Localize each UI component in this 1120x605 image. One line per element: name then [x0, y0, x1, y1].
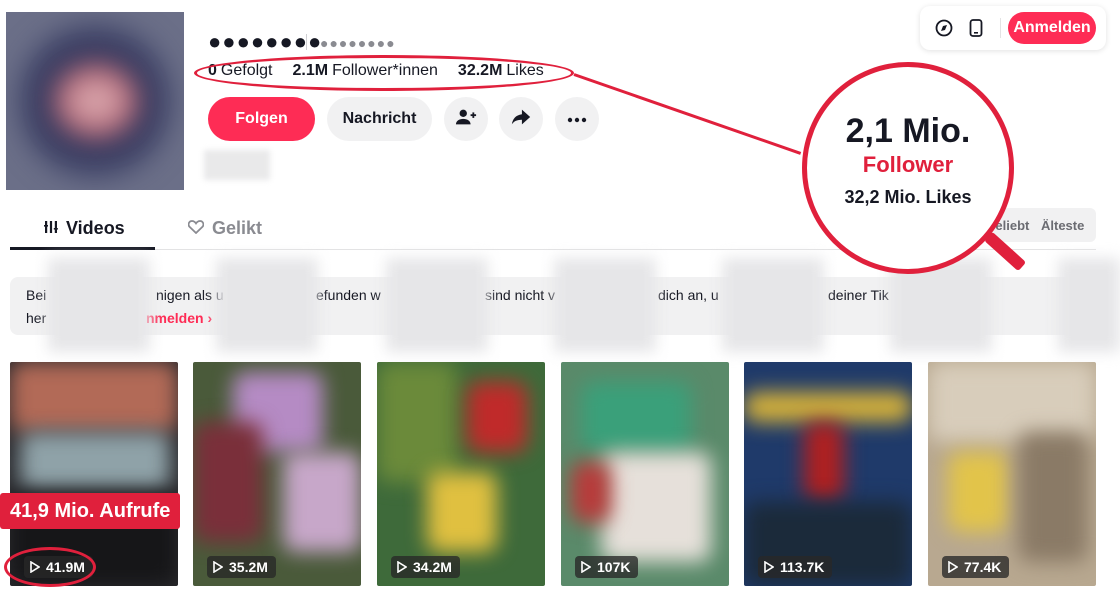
blur-overlay: [554, 258, 656, 352]
banner-text-5: dich an, u: [658, 287, 719, 303]
share-button[interactable]: [499, 97, 543, 141]
blur-overlay: [1058, 258, 1120, 352]
login-button[interactable]: Anmelden: [1008, 12, 1096, 44]
tab-videos[interactable]: Videos: [44, 218, 125, 239]
top-bar: Anmelden: [920, 6, 1106, 50]
profile-avatar: [6, 12, 184, 190]
annotation-connector-line: [573, 73, 802, 155]
video-card[interactable]: 77.4K: [928, 362, 1096, 586]
views-highlight-ellipse: [4, 547, 96, 587]
blur-overlay: [722, 258, 824, 352]
blur-overlay: [386, 258, 488, 352]
stat-following[interactable]: 0 Gefolgt: [208, 62, 273, 80]
view-count: 35.2M: [207, 556, 276, 578]
view-count: 34.2M: [391, 556, 460, 578]
video-card[interactable]: 107K: [561, 362, 729, 586]
video-card[interactable]: 34.2M: [377, 362, 545, 586]
tab-liked[interactable]: Gelikt: [187, 218, 263, 239]
grid-icon: [44, 218, 58, 239]
blur-overlay: [216, 258, 318, 352]
play-icon: [948, 561, 958, 573]
banner-text-6: deiner Tik: [828, 287, 889, 303]
view-count: 77.4K: [942, 556, 1010, 578]
heart-icon: [187, 218, 205, 239]
follow-button[interactable]: Folgen: [208, 97, 315, 141]
play-icon: [581, 561, 591, 573]
profile-bio: [204, 150, 270, 180]
share-icon: [510, 106, 532, 133]
tab-liked-label: Gelikt: [212, 218, 263, 238]
annotation-follower-label: Follower: [862, 152, 954, 177]
play-icon: [764, 561, 774, 573]
profile-stats: 0 Gefolgt 2.1M Follower*innen 32.2M Likes: [208, 62, 544, 80]
banner-text-7: her: [26, 310, 47, 326]
video-card[interactable]: 113.7K: [744, 362, 912, 586]
tab-videos-label: Videos: [66, 218, 125, 238]
play-icon: [213, 561, 223, 573]
view-count: 113.7K: [758, 556, 833, 578]
play-icon: [397, 561, 407, 573]
phone-icon[interactable]: [966, 18, 986, 38]
more-icon: [567, 110, 587, 128]
compass-icon[interactable]: [934, 18, 954, 38]
topbar-divider: [1000, 18, 1001, 38]
profile-nickname: ●●●●●●●●: [320, 35, 396, 51]
annotation-views-label: 41,9 Mio. Aufrufe: [0, 493, 181, 529]
stat-followers[interactable]: 2.1M Follower*innen: [293, 62, 438, 80]
banner-text-4: sind nicht v: [485, 287, 556, 303]
person-add-icon: [455, 106, 477, 133]
banner-text-1: Bei: [26, 287, 47, 303]
add-friend-button[interactable]: [444, 97, 488, 141]
banner-text-2: nigen als u: [156, 287, 224, 303]
more-button[interactable]: [555, 97, 599, 141]
view-count: 107K: [575, 556, 639, 578]
message-button[interactable]: Nachricht: [327, 97, 432, 141]
annotation-likes: 32,2 Mio. Likes: [844, 187, 972, 207]
video-card[interactable]: 35.2M: [193, 362, 361, 586]
active-tab-indicator: [10, 247, 155, 250]
banner-text-3: efunden w: [316, 287, 381, 303]
blur-overlay: [48, 258, 150, 352]
divider: [306, 34, 307, 50]
stat-likes: 32.2M Likes: [457, 62, 544, 79]
banner-login-link[interactable]: nmelden ›: [146, 310, 212, 326]
sort-oldest[interactable]: Älteste: [1041, 218, 1084, 233]
annotation-follower-count: 2,1 Mio.: [845, 112, 971, 150]
